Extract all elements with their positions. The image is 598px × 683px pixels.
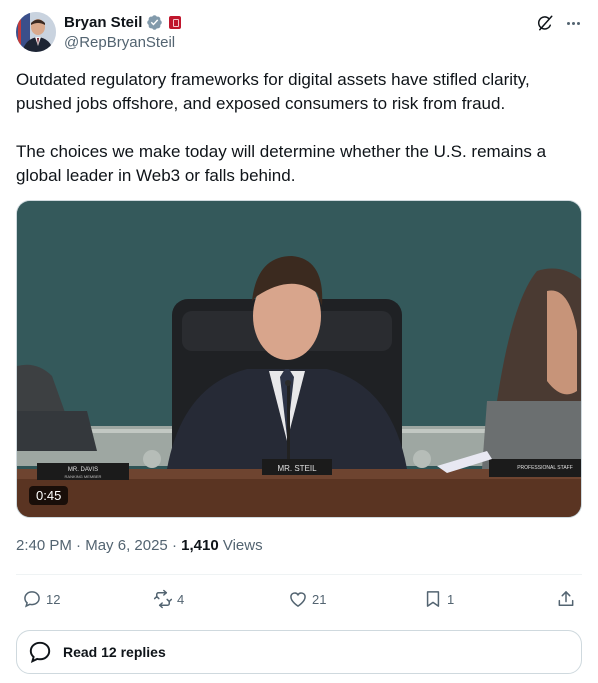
video-frame: MR. STEIL MR. DAVIS RANKING MEMBER PROFE… [17, 201, 581, 517]
meta-separator: · [76, 537, 82, 554]
verified-check-icon [146, 14, 163, 31]
placard-left: MR. DAVIS [68, 467, 98, 473]
heart-icon [290, 592, 306, 607]
views-count: 1,410 [181, 537, 219, 554]
bookmark-icon [426, 591, 440, 607]
reply-count: 12 [46, 591, 61, 607]
meta-separator: · [171, 537, 177, 554]
reply-bubble-icon [24, 591, 40, 608]
reply-bubble-icon [29, 641, 51, 664]
read-replies-label: Read 12 replies [63, 644, 166, 660]
placard-center: MR. STEIL [277, 464, 317, 473]
author-name[interactable]: Bryan Steil [64, 14, 142, 31]
like-count: 21 [312, 591, 327, 607]
views-label: Views [222, 537, 263, 554]
divider [16, 574, 582, 575]
placard-left-sub: RANKING MEMBER [65, 474, 102, 479]
share-button[interactable] [556, 582, 576, 616]
like-button[interactable]: 21 [288, 582, 326, 616]
bookmark-button[interactable]: 1 [423, 582, 454, 616]
share-upload-icon [558, 591, 574, 606]
read-replies-button[interactable]: Read 12 replies [16, 630, 582, 674]
tweet-time[interactable]: 2:40 PM [16, 537, 72, 554]
placard-right: PROFESSIONAL STAFF [517, 465, 573, 471]
tweet-paragraph: Outdated regulatory frameworks for digit… [16, 70, 530, 113]
tweet-header: Bryan Steil @RepBryanSteil [16, 12, 582, 54]
more-dots-icon[interactable] [564, 14, 582, 32]
repost-button[interactable]: 4 [153, 582, 184, 616]
grok-icon[interactable] [536, 14, 554, 32]
video-duration: 0:45 [29, 486, 69, 505]
author-avatar[interactable] [16, 12, 56, 52]
repost-arrows-icon [153, 589, 173, 609]
tweet-date[interactable]: May 6, 2025 [85, 537, 168, 554]
government-badge-icon [169, 16, 182, 29]
video-player[interactable]: MR. STEIL MR. DAVIS RANKING MEMBER PROFE… [16, 200, 582, 518]
bookmark-count: 1 [447, 591, 455, 607]
reply-button[interactable]: 12 [22, 582, 60, 616]
author-handle[interactable]: @RepBryanSteil [64, 34, 175, 51]
tweet-text: Outdated regulatory frameworks for digit… [16, 68, 582, 212]
tweet-paragraph: The choices we make today will determine… [16, 142, 547, 185]
author-name-row: Bryan Steil [64, 14, 182, 31]
repost-count: 4 [177, 591, 185, 607]
action-bar: 12 4 21 1 [16, 582, 582, 616]
tweet-meta: 2:40 PM · May 6, 2025 · 1,410 Views [16, 537, 263, 554]
